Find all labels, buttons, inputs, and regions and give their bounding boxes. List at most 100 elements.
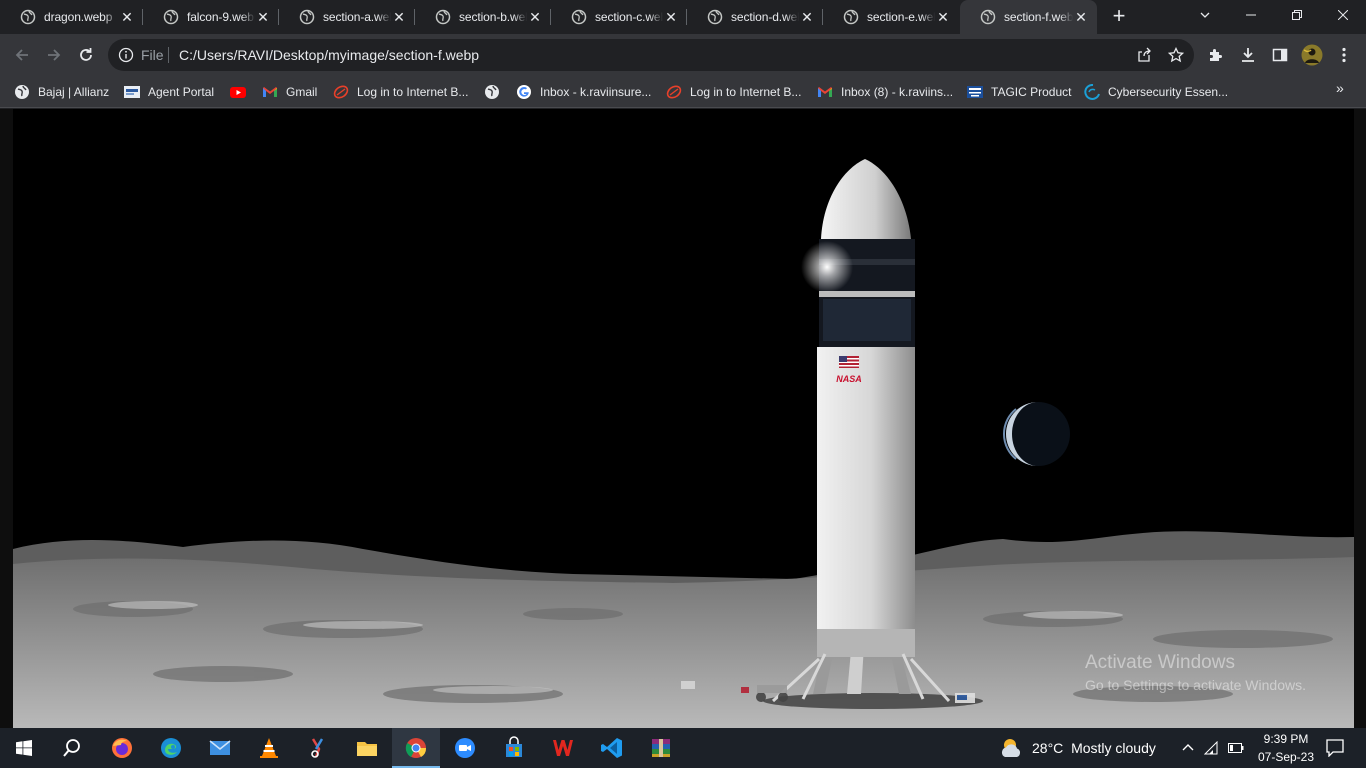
clock-time[interactable]: 9:39 PM [1254,732,1318,746]
taskbar-wps-office[interactable] [539,728,587,768]
globe-icon [980,9,996,25]
new-tab-button[interactable]: + [1107,5,1131,29]
taskbar-mail[interactable] [196,728,244,768]
wps-office-icon [553,740,573,756]
close-tab-icon[interactable]: ✕ [391,9,407,25]
bookmark-inbox-google[interactable]: Inbox - k.raviinsure... [516,81,651,103]
bookmark-globe[interactable] [484,81,508,103]
bookmark-tagic-product[interactable]: TAGIC Product [967,81,1071,103]
close-tab-icon[interactable]: ✕ [663,9,679,25]
tab-section-d[interactable]: section-d.webp ✕ [687,0,823,34]
tab-section-f[interactable]: section-f.webp ✕ [960,0,1097,34]
activate-windows-title: Activate Windows [1085,652,1235,673]
close-tab-icon[interactable]: ✕ [799,9,815,25]
bookmark-youtube[interactable] [230,81,254,103]
close-tab-icon[interactable]: ✕ [1073,9,1089,25]
globe-icon [571,9,587,25]
bookmark-internet-banking-1[interactable]: Log in to Internet B... [333,81,468,103]
search-icon [63,739,80,757]
restore-icon [1292,10,1302,20]
globe-icon [15,85,29,99]
globe-icon [707,9,723,25]
notifications-button[interactable] [1320,728,1350,768]
tab-title: section-b.webp [459,10,527,24]
reload-button[interactable] [74,43,98,67]
bookmark-bajaj-allianz[interactable]: Bajaj | Allianz [14,81,109,103]
downloads-button[interactable] [1236,43,1260,67]
menu-button[interactable] [1332,43,1356,67]
weather-temp: 28°C [1032,740,1064,756]
avatar [1301,44,1323,66]
tab-section-b[interactable]: section-b.webp ✕ [415,0,551,34]
minimize-icon [1246,14,1256,16]
side-panel-button[interactable] [1268,43,1292,67]
reload-icon [80,48,92,61]
weather-widget[interactable]: 28°C Mostly cloudy [1032,740,1156,756]
winrar-icon [652,739,670,757]
taskbar-app-snip[interactable] [294,728,342,768]
taskbar-vscode[interactable] [588,728,636,768]
back-button[interactable] [10,43,34,67]
tab-falcon-9[interactable]: falcon-9.webp ✕ [143,0,279,34]
bookmark-gmail[interactable]: Gmail [262,81,317,103]
close-window-button[interactable] [1320,0,1366,30]
taskbar-chrome[interactable] [392,728,440,768]
bookmark-star-button[interactable] [1164,43,1188,67]
arrow-right-icon [48,49,61,61]
mail-icon [209,740,231,755]
gmail-icon [818,87,832,97]
tata-icon [967,86,983,98]
address-bar[interactable]: File C:/Users/RAVI/Desktop/myimage/secti… [108,39,1194,71]
search-button[interactable] [48,728,96,768]
restore-button[interactable] [1274,0,1320,30]
url-text[interactable]: C:/Users/RAVI/Desktop/myimage/section-f.… [179,47,479,63]
globe-icon [485,85,499,99]
weather-condition: Mostly cloudy [1071,740,1156,756]
youtube-icon [230,87,246,98]
close-tab-icon[interactable]: ✕ [255,9,271,25]
tab-title: section-c.webp [595,10,663,24]
clock-date[interactable]: 07-Sep-23 [1254,750,1318,764]
weather-cloud-icon[interactable] [998,737,1026,759]
network-button[interactable] [1200,728,1224,768]
extensions-button[interactable] [1204,43,1228,67]
profile-button[interactable] [1300,43,1324,67]
side-panel-icon [1272,48,1288,62]
start-button[interactable] [0,728,48,768]
bookmark-agent-portal[interactable]: Agent Portal [124,81,214,103]
taskbar-edge[interactable] [147,728,195,768]
forward-button[interactable] [42,43,66,67]
close-tab-icon[interactable]: ✕ [119,9,135,25]
chevron-up-icon [1182,744,1194,751]
bookmark-cybersecurity[interactable]: Cybersecurity Essen... [1084,81,1228,103]
close-tab-icon[interactable]: ✕ [935,9,951,25]
taskbar-winrar[interactable] [637,728,685,768]
tab-dragon[interactable]: dragon.webp ✕ [0,0,143,34]
bank-icon [666,85,682,99]
zoom-icon [455,738,475,758]
bookmark-inbox-gmail[interactable]: Inbox (8) - k.raviins... [817,81,953,103]
taskbar-firefox[interactable] [98,728,146,768]
battery-button[interactable] [1224,728,1248,768]
share-button[interactable] [1132,43,1156,67]
gmail-icon [263,87,277,97]
taskbar-zoom[interactable] [441,728,489,768]
tab-search-button[interactable] [1182,0,1228,30]
bookmarks-overflow-button[interactable]: » [1336,80,1344,96]
info-icon[interactable] [118,47,134,63]
windows-taskbar: 28°C Mostly cloudy 9:39 PM 07-Sep-23 [0,728,1366,768]
tray-overflow-button[interactable] [1176,728,1200,768]
bookmark-internet-banking-2[interactable]: Log in to Internet B... [666,81,801,103]
tab-section-a[interactable]: section-a.webp ✕ [279,0,415,34]
arrow-left-icon [15,49,28,61]
minimize-button[interactable] [1228,0,1274,30]
globe-icon [843,9,859,25]
taskbar-vlc[interactable] [245,728,293,768]
tab-section-e[interactable]: section-e.webp ✕ [823,0,959,34]
close-tab-icon[interactable]: ✕ [527,9,543,25]
taskbar-file-explorer[interactable] [343,728,391,768]
tab-section-c[interactable]: section-c.webp ✕ [551,0,687,34]
taskbar-store[interactable] [490,728,538,768]
kebab-menu-icon [1342,47,1346,63]
puzzle-icon [1210,49,1222,61]
